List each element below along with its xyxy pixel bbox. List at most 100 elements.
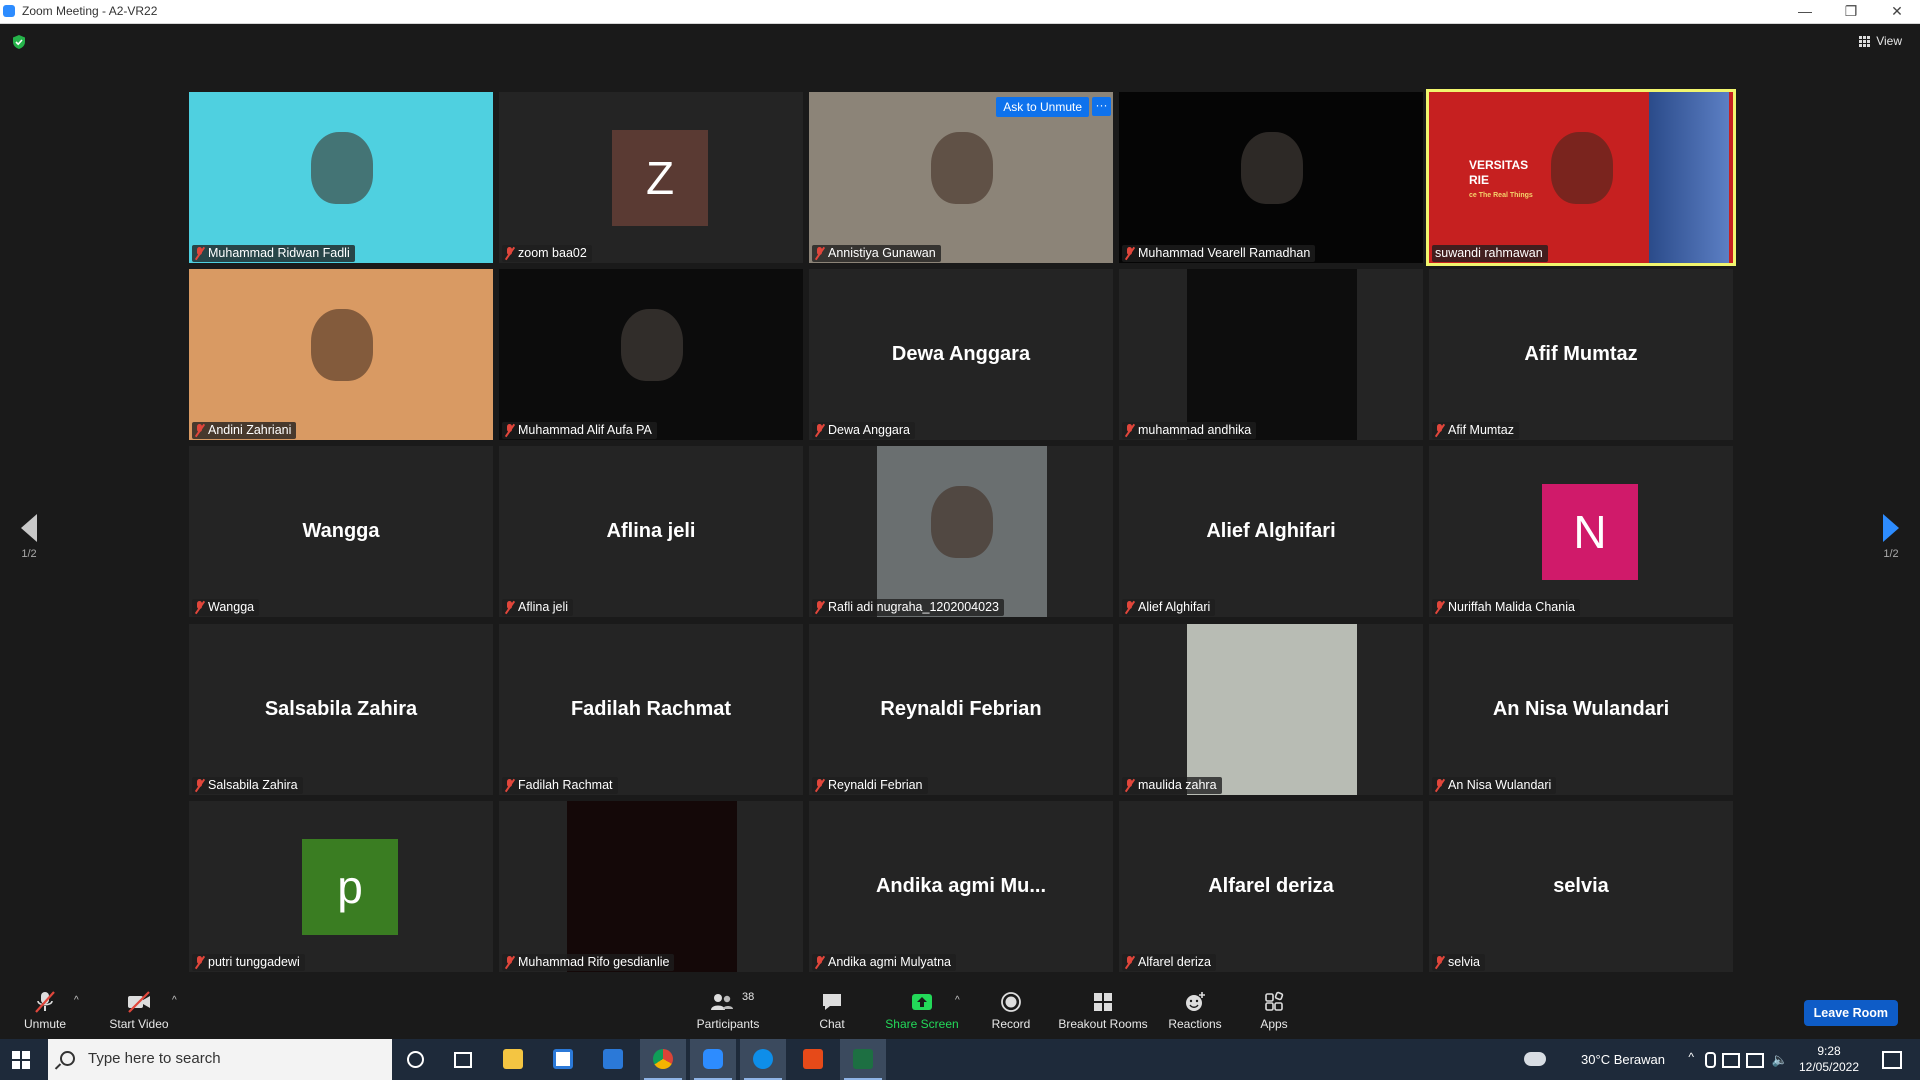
meeting-area: View Muhammad Ridwan Fadli Zzoom baa02 Ask… <box>0 24 1920 979</box>
right-arrow-icon[interactable] <box>1883 514 1899 542</box>
microphone-muted-icon <box>20 991 70 1013</box>
volume-icon[interactable]: 🔈 <box>1772 1052 1788 1068</box>
teamviewer-icon[interactable] <box>740 1039 786 1080</box>
muted-mic-icon <box>1125 956 1134 969</box>
participants-button[interactable]: 38 Participants <box>690 991 766 1031</box>
participant-tile[interactable]: An Nisa Wulandari An Nisa Wulandari <box>1429 624 1733 795</box>
zoom-taskbar-icon[interactable] <box>690 1039 736 1080</box>
left-arrow-icon[interactable] <box>21 514 37 542</box>
audio-options-caret-icon[interactable]: ^ <box>74 995 79 1006</box>
participant-display-name: Andika agmi Mu... <box>875 875 1047 897</box>
participant-avatar: N <box>1542 484 1638 580</box>
start-video-button[interactable]: Start Video <box>104 991 174 1031</box>
participant-tile[interactable]: Muhammad Vearell Ramadhan <box>1119 92 1423 263</box>
muted-mic-icon <box>195 956 204 969</box>
video-options-caret-icon[interactable]: ^ <box>172 995 177 1006</box>
chrome-icon[interactable] <box>640 1039 686 1080</box>
clock-time: 9:28 <box>1817 1044 1841 1058</box>
participant-tile[interactable]: N Nuriffah Malida Chania <box>1429 446 1733 617</box>
unmute-label: Unmute <box>23 1017 67 1031</box>
participant-tile[interactable]: muhammad andhika <box>1119 269 1423 440</box>
participant-display-name: Afif Mumtaz <box>1524 343 1638 365</box>
participant-tile[interactable]: VERSITAS RIE ce The Real Things suwandi rah… <box>1426 89 1736 266</box>
page-prev[interactable]: 1/2 <box>17 514 41 560</box>
participant-display-name: Fadilah Rachmat <box>570 698 732 720</box>
participant-tile[interactable]: Wangga Wangga <box>189 446 493 617</box>
participant-tile[interactable]: Andika agmi Mu... Andika agmi Mulyatna <box>809 801 1113 972</box>
microsoft-store-icon[interactable] <box>540 1039 586 1080</box>
participant-tile[interactable]: Andini Zahriani <box>189 269 493 440</box>
windows-start-icon[interactable] <box>12 1051 30 1069</box>
breakout-rooms-label: Breakout Rooms <box>1058 1017 1148 1031</box>
ask-to-unmute-button[interactable]: Ask to Unmute <box>996 97 1089 117</box>
file-explorer-icon[interactable] <box>490 1039 536 1080</box>
page-indicator-left: 1/2 <box>21 548 37 560</box>
task-view-icon[interactable] <box>440 1039 486 1080</box>
participant-tile[interactable]: Reynaldi Febrian Reynaldi Febrian <box>809 624 1113 795</box>
record-button[interactable]: Record <box>986 991 1036 1031</box>
weather-cloud-icon <box>1524 1052 1546 1066</box>
more-options-button[interactable]: ··· <box>1092 97 1111 116</box>
participant-tile[interactable]: Dewa Anggara Dewa Anggara <box>809 269 1113 440</box>
participant-tile[interactable]: selvia selvia <box>1429 801 1733 972</box>
participant-name-tag: zoom baa02 <box>502 245 592 262</box>
page-next[interactable]: 1/2 <box>1879 514 1903 560</box>
participant-name: An Nisa Wulandari <box>1448 778 1552 792</box>
participant-display-name: Aflina jeli <box>606 520 696 542</box>
clock[interactable]: 9:28 12/05/2022 <box>1794 1043 1864 1075</box>
video-off-icon <box>104 991 174 1013</box>
weather-text[interactable]: 30°C Berawan <box>1581 1052 1665 1067</box>
office-icon[interactable] <box>790 1039 836 1080</box>
mail-icon[interactable] <box>590 1039 636 1080</box>
participant-tile[interactable]: Salsabila Zahira Salsabila Zahira <box>189 624 493 795</box>
muted-mic-icon <box>195 424 204 437</box>
muted-mic-icon <box>815 956 824 969</box>
participant-tile[interactable]: Afif Mumtaz Afif Mumtaz <box>1429 269 1733 440</box>
share-options-caret-icon[interactable]: ^ <box>955 995 960 1006</box>
share-screen-button[interactable]: Share Screen <box>884 991 960 1031</box>
apps-button[interactable]: Apps <box>1256 991 1292 1031</box>
participant-name: Aflina jeli <box>518 600 569 614</box>
microphone-tray-icon[interactable] <box>1705 1052 1716 1068</box>
restore-button[interactable]: ❐ <box>1828 0 1874 23</box>
participant-tile[interactable]: maulida zahra <box>1119 624 1423 795</box>
close-button[interactable]: ✕ <box>1874 0 1920 23</box>
participant-tile[interactable]: p putri tunggadewi <box>189 801 493 972</box>
network-tray-icon[interactable] <box>1722 1053 1740 1068</box>
tray-chevron-icon[interactable]: ^ <box>1688 1050 1694 1064</box>
participant-name-tag: Aflina jeli <box>502 599 574 616</box>
participant-tile[interactable]: Alfarel deriza Alfarel deriza <box>1119 801 1423 972</box>
participant-name-tag: maulida zahra <box>1122 777 1222 794</box>
unmute-button[interactable]: Unmute <box>20 991 70 1031</box>
participant-tile[interactable]: Zzoom baa02 <box>499 92 803 263</box>
reactions-button[interactable]: Reactions <box>1166 991 1224 1031</box>
cortana-icon[interactable] <box>392 1039 438 1080</box>
participant-tile[interactable]: Muhammad Ridwan Fadli <box>189 92 493 263</box>
view-button[interactable]: View <box>1859 34 1902 48</box>
notifications-icon[interactable] <box>1882 1051 1902 1069</box>
participant-name-tag: Muhammad Vearell Ramadhan <box>1122 245 1316 262</box>
breakout-rooms-button[interactable]: Breakout Rooms <box>1058 991 1148 1031</box>
participant-name-tag: Muhammad Alif Aufa PA <box>502 422 657 439</box>
record-label: Record <box>991 1017 1031 1031</box>
chat-button[interactable]: Chat <box>812 991 852 1031</box>
minimize-button[interactable]: — <box>1782 0 1828 23</box>
muted-mic-icon <box>1125 424 1134 437</box>
participant-name: muhammad andhika <box>1138 423 1252 437</box>
participant-name-tag: Andika agmi Mulyatna <box>812 954 956 971</box>
excel-icon[interactable] <box>840 1039 886 1080</box>
participant-tile[interactable]: Aflina jeli Aflina jeli <box>499 446 803 617</box>
display-tray-icon[interactable] <box>1746 1053 1764 1068</box>
participant-tile[interactable]: Ask to Unmute ··· Annistiya Gunawan <box>809 92 1113 263</box>
taskbar-search-box[interactable]: Type here to search <box>48 1039 392 1080</box>
participant-name: Muhammad Rifo gesdianlie <box>518 955 670 969</box>
encryption-shield-icon[interactable] <box>12 35 26 49</box>
muted-mic-icon <box>505 779 514 792</box>
participant-name: Nuriffah Malida Chania <box>1448 600 1575 614</box>
participant-tile[interactable]: Alief Alghifari Alief Alghifari <box>1119 446 1423 617</box>
participant-tile[interactable]: Fadilah Rachmat Fadilah Rachmat <box>499 624 803 795</box>
participant-tile[interactable]: Rafli adi nugraha_1202004023 <box>809 446 1113 617</box>
leave-room-button[interactable]: Leave Room <box>1803 1000 1898 1026</box>
participant-tile[interactable]: Muhammad Alif Aufa PA <box>499 269 803 440</box>
participant-tile[interactable]: Muhammad Rifo gesdianlie <box>499 801 803 972</box>
